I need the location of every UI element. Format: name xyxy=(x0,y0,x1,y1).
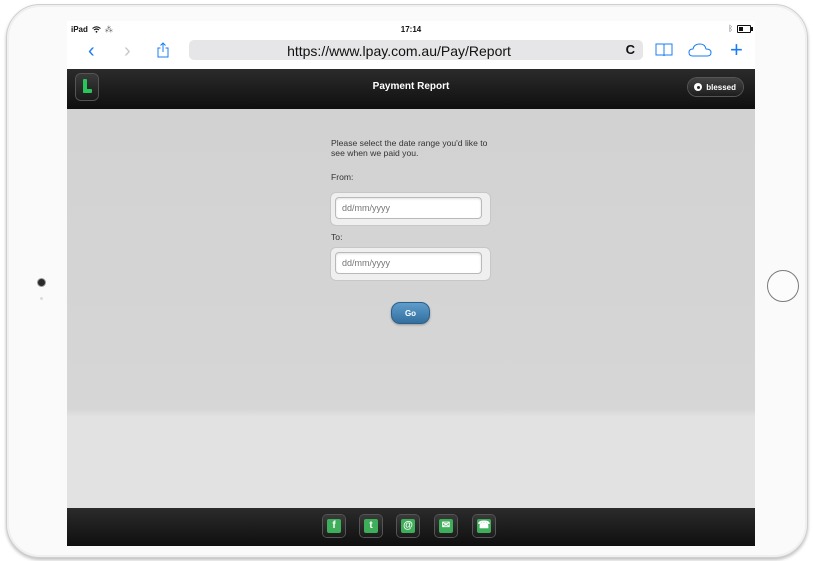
cloud-icon[interactable] xyxy=(688,43,712,57)
home-button[interactable] xyxy=(767,270,799,302)
bluetooth-icon: ᛒ xyxy=(728,24,733,33)
phone-icon: ☎ xyxy=(477,519,491,533)
phone-button[interactable]: ☎ xyxy=(473,515,495,537)
status-time: 17:14 xyxy=(400,25,422,34)
app-header: Payment Report blessed xyxy=(67,69,755,109)
front-camera xyxy=(38,279,45,286)
share-icon[interactable] xyxy=(157,42,169,58)
url-text: https://www.lpay.com.au/Pay/Report xyxy=(287,43,511,59)
facebook-icon: f xyxy=(327,519,341,533)
battery-level xyxy=(739,26,743,31)
from-date-input[interactable] xyxy=(335,197,482,219)
form-instructions: Please select the date range you'd like … xyxy=(331,138,488,158)
browser-toolbar: ‹ › https://www.lpay.com.au/Pay/Report C… xyxy=(67,37,755,69)
to-label: To: xyxy=(331,232,343,242)
from-label: From: xyxy=(331,172,354,182)
page-title: Payment Report xyxy=(372,81,450,92)
battery-icon xyxy=(737,24,753,33)
go-button[interactable]: Go xyxy=(391,302,430,324)
from-field-wrapper xyxy=(331,193,490,225)
website-button[interactable]: @ xyxy=(397,515,419,537)
main-content: Please select the date range you'd like … xyxy=(67,109,755,508)
reload-icon[interactable]: C xyxy=(626,42,635,57)
chevron-right-icon[interactable]: › xyxy=(124,41,131,61)
footer: f t @ ✉ ☎ xyxy=(67,508,755,546)
website-icon: @ xyxy=(401,519,415,533)
to-field-wrapper xyxy=(331,248,490,280)
twitter-button[interactable]: t xyxy=(360,515,382,537)
email-icon: ✉ xyxy=(439,519,453,533)
screen: iPad ⁂ 17:14 ᛒ ‹ › https://www.lpay.com.… xyxy=(67,21,755,546)
to-date-input[interactable] xyxy=(335,252,482,274)
email-button[interactable]: ✉ xyxy=(435,515,457,537)
ambient-sensor xyxy=(40,297,43,300)
user-name: blessed xyxy=(706,82,736,92)
facebook-button[interactable]: f xyxy=(323,515,345,537)
status-bar: iPad ⁂ 17:14 ᛒ xyxy=(67,21,755,37)
plus-icon[interactable]: + xyxy=(730,39,743,61)
gear-icon xyxy=(694,83,703,91)
address-bar[interactable]: https://www.lpay.com.au/Pay/Report C xyxy=(189,40,643,60)
ipad-frame: iPad ⁂ 17:14 ᛒ ‹ › https://www.lpay.com.… xyxy=(6,4,808,558)
bookmarks-icon[interactable] xyxy=(655,43,673,57)
chevron-left-icon[interactable]: ‹ xyxy=(88,41,95,61)
twitter-icon: t xyxy=(364,519,378,533)
user-menu-button[interactable]: blessed xyxy=(688,78,743,96)
